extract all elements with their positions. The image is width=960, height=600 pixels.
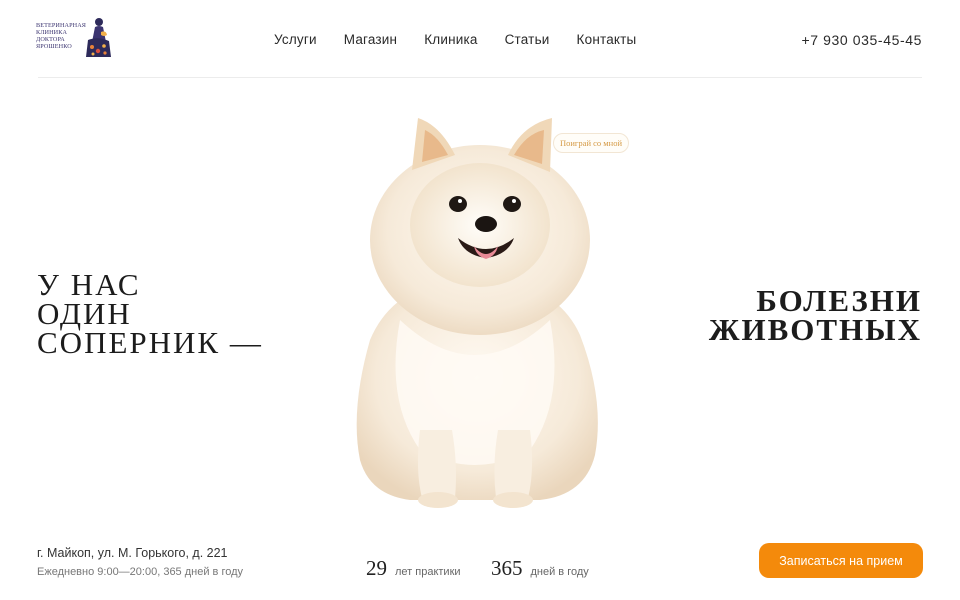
play-with-me-tag: Поиграй со мной	[553, 133, 629, 153]
stat-label: лет практики	[395, 566, 461, 578]
logo-line: ДОКТОРА	[36, 36, 65, 43]
phone-link[interactable]: +7 930 035-45-45	[801, 32, 922, 48]
logo-line: КЛИНИКА	[36, 29, 68, 36]
nav-item-clinic[interactable]: Клиника	[424, 32, 477, 47]
working-hours: Ежедневно 9:00—20:00, 365 дней в году	[37, 566, 244, 578]
headline-line: БОЛЕЗНИ	[756, 283, 922, 318]
headline-line: ЖИВОТНЫХ	[708, 312, 922, 347]
pomeranian-dog-image	[356, 118, 598, 508]
clinic-logo[interactable]: ВЕТЕРИНАРНАЯ КЛИНИКА ДОКТОРА ЯРОШЕНКО	[36, 16, 112, 58]
nav-item-shop[interactable]: Магазин	[344, 32, 397, 47]
header-divider	[38, 77, 922, 78]
logo-text: ВЕТЕРИНАРНАЯ КЛИНИКА ДОКТОРА ЯРОШЕНКО	[36, 22, 86, 50]
stat-label: дней в году	[530, 566, 589, 578]
stat-value: 365	[491, 556, 523, 580]
clinic-address: г. Майкоп, ул. М. Горького, д. 221	[37, 546, 228, 560]
nav-item-contacts[interactable]: Контакты	[577, 32, 637, 47]
headline-right: БОЛЕЗНИ ЖИВОТНЫХ	[708, 283, 922, 347]
headline-line: У НАС	[37, 267, 141, 302]
main-nav: Услуги Магазин Клиника Статьи Контакты	[274, 32, 636, 47]
headline-line: ОДИН	[37, 296, 132, 331]
nav-item-services[interactable]: Услуги	[274, 32, 317, 47]
logo-line: ВЕТЕРИНАРНАЯ	[36, 22, 87, 29]
stat-years: 29 лет практики	[366, 556, 461, 581]
headline-left: У НАС ОДИН СОПЕРНИК —	[37, 267, 263, 360]
woman-with-cat-logo-icon	[86, 18, 111, 57]
stat-value: 29	[366, 556, 387, 580]
logo-line: ЯРОШЕНКО	[36, 43, 72, 50]
book-appointment-button[interactable]: Записаться на прием	[759, 543, 923, 578]
nav-item-articles[interactable]: Статьи	[505, 32, 550, 47]
headline-line: СОПЕРНИК —	[37, 325, 263, 360]
stat-days: 365 дней в году	[491, 556, 589, 581]
